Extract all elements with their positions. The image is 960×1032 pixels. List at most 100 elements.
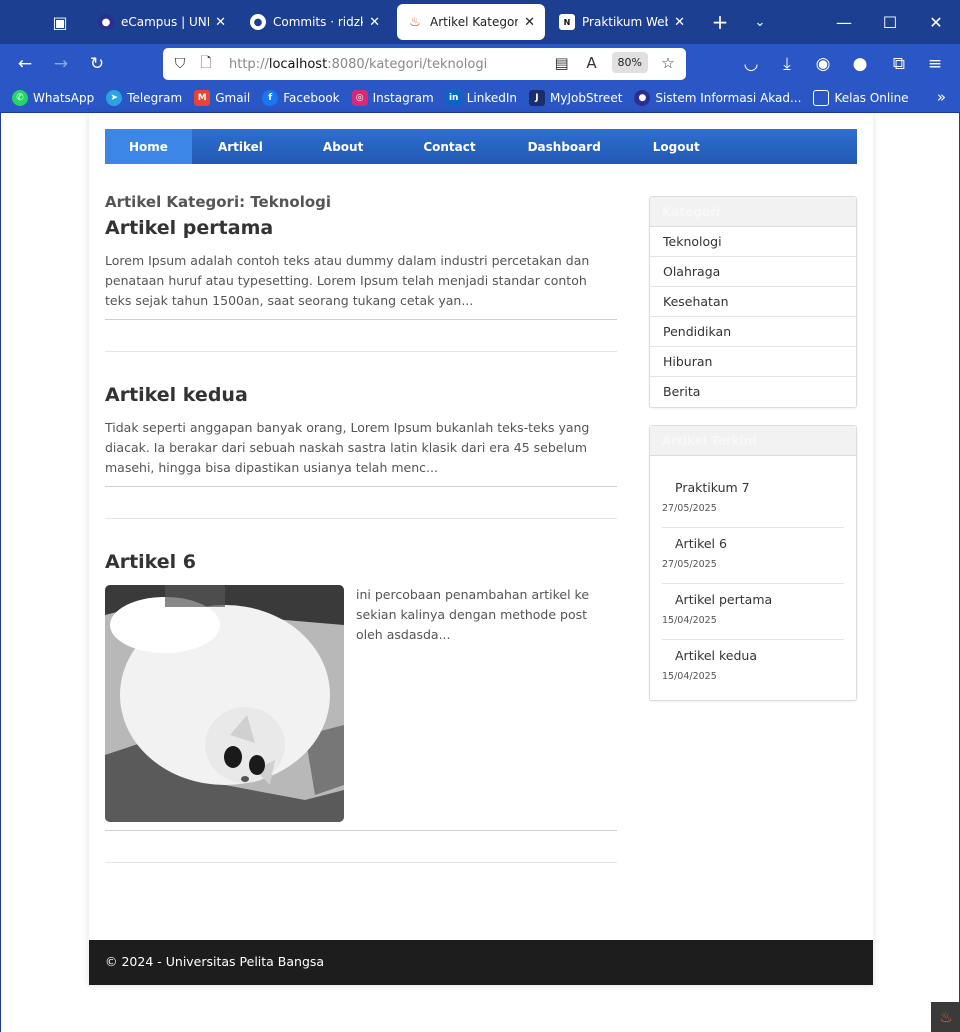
- post-title[interactable]: Artikel 6: [105, 551, 617, 573]
- linkedin-icon: in: [445, 90, 462, 106]
- kategori-widget: Kategori Teknologi Olahraga Kesehatan Pe…: [649, 196, 857, 408]
- back-icon[interactable]: ←: [11, 50, 39, 78]
- main-content: Artikel Kategori: Teknologi Artikel pert…: [105, 193, 617, 895]
- recent-article-link[interactable]: Artikel 6: [662, 536, 844, 551]
- tab-list-icon[interactable]: ▣: [44, 8, 76, 36]
- shield-icon[interactable]: ⛉: [171, 55, 189, 73]
- bookmarks-bar: ✆ WhatsApp ➤ Telegram M Gmail f Facebook…: [0, 84, 960, 113]
- close-icon[interactable]: ✕: [215, 15, 226, 30]
- download-icon[interactable]: ⤓: [773, 50, 801, 78]
- pocket-icon[interactable]: ◡: [737, 50, 765, 78]
- recent-article: Praktikum 7 27/05/2025: [662, 472, 844, 528]
- bookmark-facebook[interactable]: f Facebook: [262, 90, 340, 106]
- bookmark-myjobstreet[interactable]: J MyJobStreet: [528, 90, 623, 106]
- recent-article-link[interactable]: Praktikum 7: [662, 480, 844, 495]
- maximize-icon[interactable]: ☐: [875, 8, 905, 36]
- recent-list: Praktikum 7 27/05/2025 Artikel 6 27/05/2…: [650, 456, 856, 700]
- menu-home[interactable]: Home: [105, 129, 192, 164]
- bookmark-whatsapp[interactable]: ✆ WhatsApp: [12, 90, 94, 106]
- page-icon: 🗋: [200, 55, 212, 71]
- bookmark-sistem-informasi[interactable]: ● Sistem Informasi Akad...: [634, 90, 801, 106]
- forward-icon[interactable]: →: [47, 50, 75, 78]
- browser-tab[interactable]: N Praktikum Web 2 - Ko ✕: [549, 4, 695, 40]
- sidebar: Kategori Teknologi Olahraga Kesehatan Pe…: [649, 196, 857, 718]
- site-footer: © 2024 - Universitas Pelita Bangsa: [89, 940, 873, 985]
- new-tab-icon[interactable]: +: [708, 10, 732, 34]
- post-body: ini percobaan penambahan artikel ke seki…: [105, 585, 617, 822]
- zoom-level[interactable]: 80%: [611, 52, 648, 73]
- bookmarks-overflow-icon[interactable]: »: [937, 88, 946, 106]
- recent-article-date: 15/04/2025: [662, 615, 717, 626]
- recent-article-link[interactable]: Artikel pertama: [662, 592, 844, 607]
- bookmark-kelas-online[interactable]: Kelas Online: [813, 90, 909, 106]
- post-thumbnail-cat-photo[interactable]: [105, 585, 344, 822]
- reader-view-icon[interactable]: ▤: [552, 54, 572, 72]
- chevron-down-icon[interactable]: ⌄: [748, 10, 772, 34]
- recent-article-date: 15/04/2025: [662, 671, 717, 682]
- recent-article-link[interactable]: Artikel kedua: [662, 648, 844, 663]
- tab-label: eCampus | UNIVERSITAS: [121, 15, 210, 29]
- browser-tab-active[interactable]: ♨ Artikel Kategori: Teknologi ✕: [397, 4, 545, 40]
- browser-tab[interactable]: ● Commits · ridzkalja ✕: [240, 4, 390, 40]
- address-bar[interactable]: ⛉ 🗋 http://localhost:8080/kategori/tekno…: [163, 48, 686, 80]
- bookmark-label: MyJobStreet: [549, 91, 623, 105]
- post-item: Artikel 6 ini percobaan penambahan artik…: [105, 551, 617, 831]
- menu-icon[interactable]: ≡: [921, 50, 949, 78]
- post-excerpt: ini percobaan penambahan artikel ke seki…: [356, 587, 590, 642]
- close-icon[interactable]: ✕: [524, 15, 535, 30]
- folder-icon: [813, 90, 830, 106]
- post-title[interactable]: Artikel kedua: [105, 384, 617, 406]
- codeigniter-debug-toolbar-icon[interactable]: ♨: [931, 1002, 960, 1032]
- bookmark-telegram[interactable]: ➤ Telegram: [106, 90, 182, 106]
- extensions-icon[interactable]: ⧉: [885, 50, 913, 78]
- browser-toolbar: ← → ↻ ⛉ 🗋 http://localhost:8080/kategori…: [0, 44, 960, 84]
- reload-icon[interactable]: ↻: [83, 50, 111, 78]
- close-icon[interactable]: ✕: [369, 15, 380, 30]
- jobstreet-icon: J: [528, 90, 545, 106]
- post-divider: [105, 487, 617, 519]
- category-link[interactable]: Kesehatan: [650, 287, 856, 317]
- codeigniter-icon: ♨: [409, 14, 421, 30]
- cat-photo-image: [105, 585, 344, 822]
- tab-label: Artikel Kategori: Teknologi: [430, 15, 519, 29]
- bookmark-instagram[interactable]: ◎ Instagram: [351, 90, 434, 106]
- translate-icon[interactable]: A: [582, 54, 602, 72]
- account-icon[interactable]: ◉: [809, 50, 837, 78]
- bookmark-label: Facebook: [283, 91, 340, 105]
- menu-artikel[interactable]: Artikel: [192, 129, 289, 164]
- telegram-icon: ➤: [106, 90, 123, 106]
- flame-icon: ♨: [939, 1008, 953, 1026]
- category-link[interactable]: Berita: [650, 377, 856, 407]
- bookmark-gmail[interactable]: M Gmail: [194, 90, 250, 106]
- bookmark-linkedin[interactable]: in LinkedIn: [445, 90, 517, 106]
- menu-about[interactable]: About: [289, 129, 397, 164]
- recent-article-date: 27/05/2025: [662, 559, 717, 570]
- bookmark-star-icon[interactable]: ☆: [658, 54, 678, 72]
- category-link[interactable]: Hiburan: [650, 347, 856, 377]
- notion-icon: N: [559, 14, 575, 30]
- menu-contact[interactable]: Contact: [397, 129, 501, 164]
- menu-dashboard[interactable]: Dashboard: [502, 129, 627, 164]
- bookmark-label: Sistem Informasi Akad...: [655, 91, 802, 105]
- close-window-icon[interactable]: ✕: [921, 8, 951, 36]
- instagram-icon: ◎: [351, 90, 368, 106]
- page-title: Artikel Kategori: Teknologi: [105, 193, 332, 211]
- tab-label: Commits · ridzkalja: [273, 15, 363, 29]
- extension-globe-icon[interactable]: ●: [846, 50, 874, 78]
- campus-icon: ●: [634, 90, 651, 106]
- post-title[interactable]: Artikel pertama: [105, 217, 617, 239]
- category-link[interactable]: Olahraga: [650, 257, 856, 287]
- close-icon[interactable]: ✕: [674, 15, 685, 30]
- minimize-icon[interactable]: —: [829, 8, 859, 36]
- page-container: Home Artikel About Contact Dashboard Log…: [89, 113, 873, 985]
- menu-logout[interactable]: Logout: [627, 129, 726, 164]
- category-link[interactable]: Pendidikan: [650, 317, 856, 347]
- recent-article: Artikel kedua 15/04/2025: [662, 640, 844, 696]
- campus-icon: ●: [98, 14, 114, 30]
- browser-titlebar: ▣ ● eCampus | UNIVERSITAS ✕ ● Commits · …: [0, 0, 960, 44]
- browser-tab[interactable]: ● eCampus | UNIVERSITAS ✕: [88, 4, 236, 40]
- category-link[interactable]: Teknologi: [650, 227, 856, 257]
- bookmark-label: Kelas Online: [834, 91, 909, 105]
- bookmark-label: Instagram: [372, 91, 434, 105]
- post-excerpt: Tidak seperti anggapan banyak orang, Lor…: [105, 420, 590, 475]
